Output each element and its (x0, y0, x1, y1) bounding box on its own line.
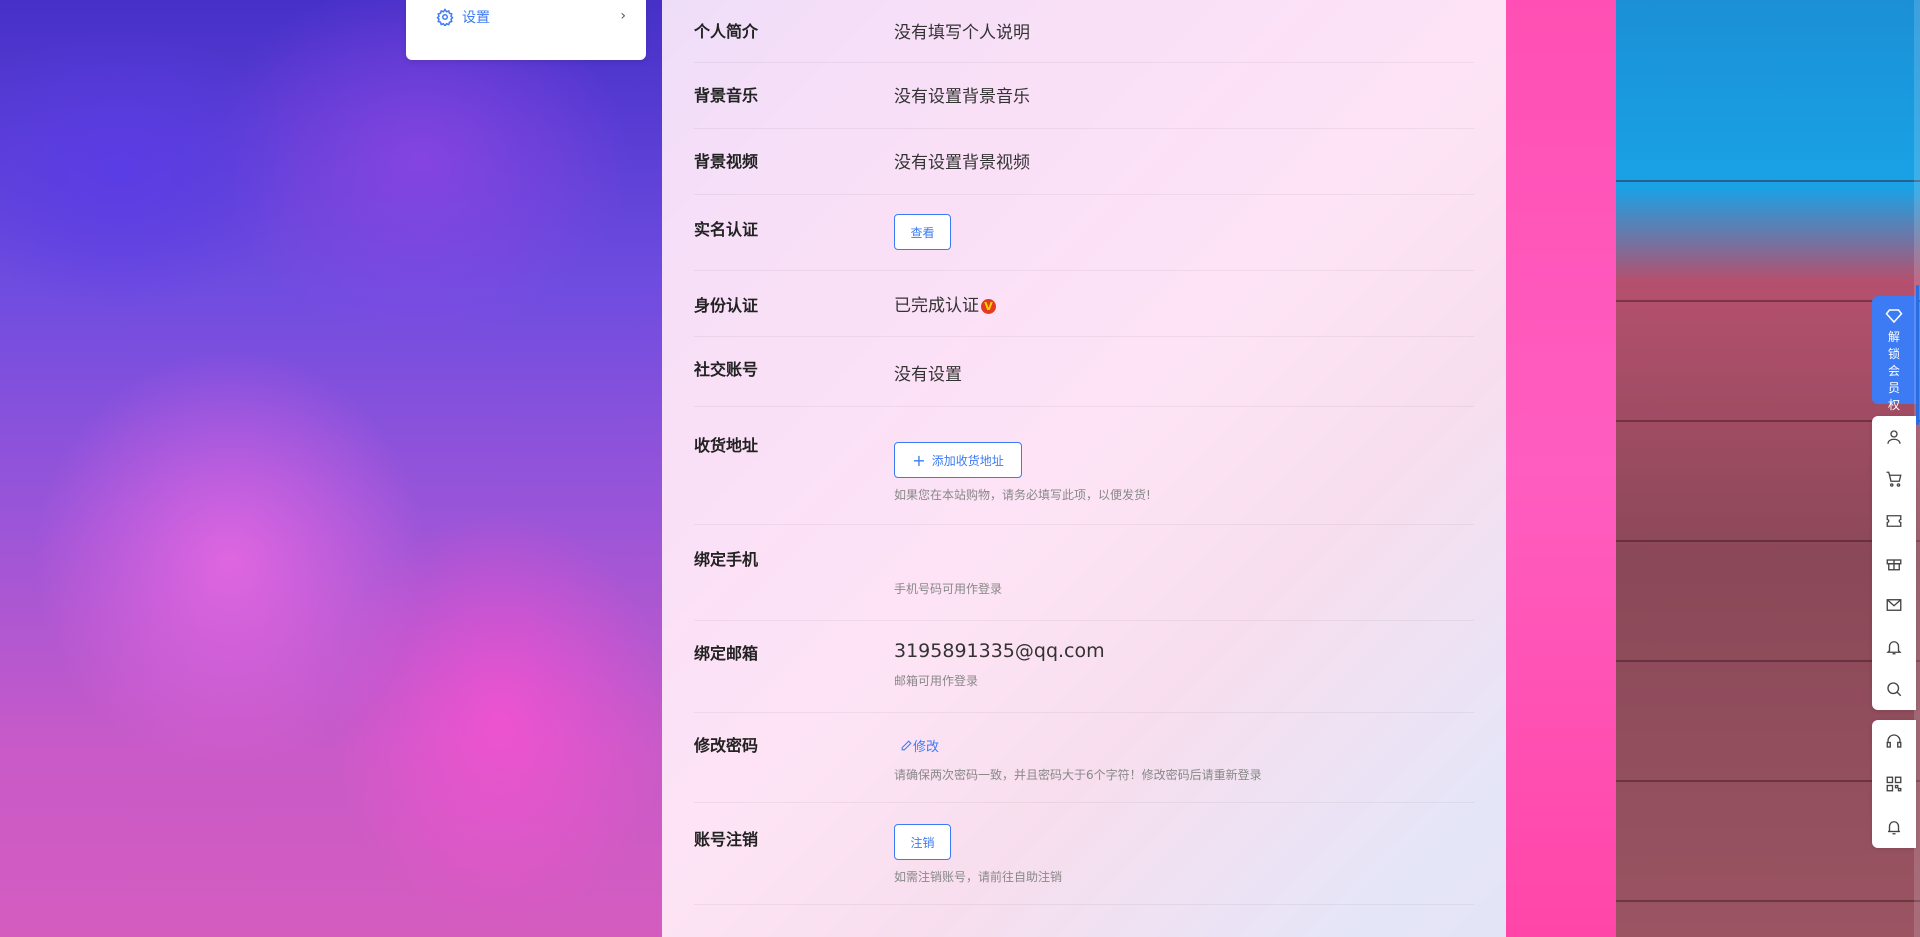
user-menu-card: 设置 › (406, 0, 646, 60)
bio-value: 没有填写个人说明 (894, 23, 1030, 43)
verified-badge-icon: V (981, 298, 996, 314)
address-label: 收货地址 (694, 436, 759, 455)
password-label: 修改密码 (694, 736, 759, 755)
bio-label: 个人简介 (694, 22, 759, 41)
phone-label: 绑定手机 (694, 550, 759, 569)
password-hint: 请确保两次密码一致，并且密码大于6个字符！修改密码后请重新登录 (894, 768, 1262, 782)
alarm-button[interactable] (1872, 806, 1916, 848)
social-value: 没有设置 (894, 365, 962, 385)
cart-icon (1886, 471, 1902, 487)
headset-icon (1886, 734, 1902, 748)
diamond-icon (1885, 309, 1903, 324)
email-hint: 邮箱可用作登录 (894, 674, 979, 688)
identity-value: 已完成认证 V (894, 291, 996, 316)
gift-icon (1886, 559, 1902, 571)
row-bio: 个人简介 没有填写个人说明 (694, 0, 1474, 63)
address-hint: 如果您在本站购物，请务必填写此项，以便发货! (894, 488, 1151, 502)
bg-video-value: 没有设置背景视频 (894, 153, 1030, 173)
row-password: 修改密码 修改 请确保两次密码一致，并且密码大于6个字符！修改密码后请重新登录 (694, 712, 1474, 803)
gear-icon (436, 8, 454, 26)
row-address: 收货地址 + 添加收货地址 如果您在本站购物，请务必填写此项，以便发货! (694, 406, 1474, 525)
notification-button[interactable] (1872, 626, 1916, 668)
pencil-icon (901, 740, 912, 751)
background-decor (1506, 0, 1616, 937)
background-left (0, 0, 662, 937)
user-icon (1887, 430, 1901, 444)
add-address-label: 添加收货地址 (931, 453, 1004, 468)
ticket-button[interactable] (1872, 500, 1916, 542)
row-social: 社交账号 没有设置 (694, 336, 1474, 407)
menu-item-label: 设置 (462, 10, 490, 26)
cancel-account-button[interactable]: 注销 (894, 824, 951, 860)
ticket-icon (1886, 515, 1902, 527)
row-bg-video: 背景视频 没有设置背景视频 (694, 128, 1474, 195)
bg-music-label: 背景音乐 (694, 86, 759, 105)
chevron-right-icon: › (620, 8, 626, 24)
bg-music-value: 没有设置背景音乐 (894, 87, 1030, 107)
social-label: 社交账号 (694, 360, 759, 379)
row-realname: 实名认证 查看 (694, 194, 1474, 271)
row-cancel-account: 账号注销 注销 如需注销账号，请前往自助注销 (694, 802, 1474, 905)
row-phone: 绑定手机 手机号码可用作登录 (694, 524, 1474, 621)
floor-line (1616, 900, 1920, 902)
cart-button[interactable] (1872, 458, 1916, 500)
realname-label: 实名认证 (694, 220, 759, 239)
gift-button[interactable] (1872, 542, 1916, 584)
menu-item-settings[interactable]: 设置 › (436, 6, 626, 28)
scrollbar[interactable] (1914, 0, 1920, 937)
search-icon (1887, 682, 1902, 697)
floating-toolbar (1872, 416, 1916, 710)
row-bg-music: 背景音乐 没有设置背景音乐 (694, 62, 1474, 129)
bell-icon (1886, 641, 1902, 655)
floor-line (1616, 180, 1920, 182)
edit-password-link[interactable]: 修改 (900, 736, 939, 755)
cancel-account-label: 账号注销 (694, 830, 759, 849)
alarm-icon (1888, 821, 1900, 835)
mail-icon (1886, 599, 1902, 611)
qrcode-icon (1886, 776, 1902, 792)
cancel-account-hint: 如需注销账号，请前往自助注销 (894, 870, 1063, 884)
phone-hint: 手机号码可用作登录 (894, 582, 1003, 596)
plus-icon: + (912, 450, 926, 470)
identity-status: 已完成认证 (894, 296, 979, 316)
email-value: 3195891335@qq.com (894, 640, 1105, 662)
search-button[interactable] (1872, 668, 1916, 710)
unlock-vip-button[interactable]: 解锁会员权限 (1872, 296, 1916, 429)
customer-service-button[interactable] (1872, 720, 1916, 762)
mail-button[interactable] (1872, 584, 1916, 626)
identity-label: 身份认证 (694, 296, 759, 315)
floating-toolbar-secondary (1872, 720, 1916, 848)
add-address-button[interactable]: + 添加收货地址 (894, 442, 1022, 478)
scrollbar-thumb[interactable] (1916, 285, 1919, 425)
edit-password-label: 修改 (913, 740, 940, 755)
user-button[interactable] (1872, 416, 1916, 458)
email-label: 绑定邮箱 (694, 644, 759, 663)
bg-video-label: 背景视频 (694, 152, 759, 171)
row-email: 绑定邮箱 3195891335@qq.com 邮箱可用作登录 (694, 620, 1474, 713)
row-identity: 身份认证 已完成认证 V (694, 270, 1474, 337)
view-realname-button[interactable]: 查看 (894, 214, 951, 250)
qrcode-button[interactable] (1872, 763, 1916, 805)
